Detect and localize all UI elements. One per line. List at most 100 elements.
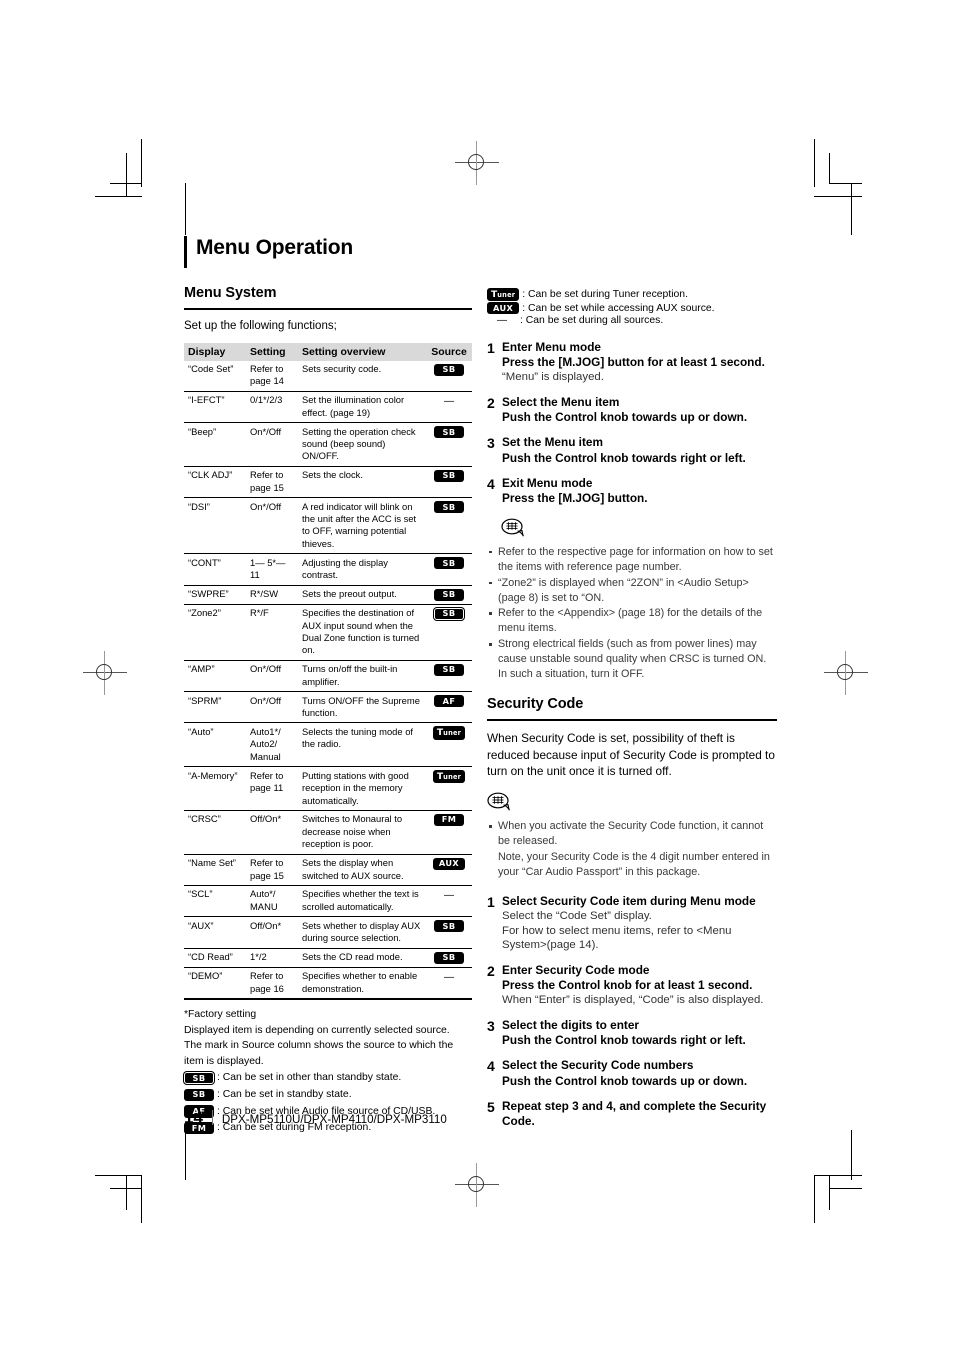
cell-setting-overview: Sets the preout output. — [298, 584, 426, 605]
source-dash-mark: — — [444, 396, 454, 408]
table-row: “DEMO” Refer to page 16 Specifies whether … — [184, 966, 472, 1000]
step-note: Select the “Code Set” display. — [502, 909, 652, 922]
column-header-setting-overview: Setting overview — [298, 342, 426, 361]
left-column: Menu System Set up the following functio… — [184, 285, 472, 1136]
menu-system-heading: Menu System — [184, 285, 277, 301]
table-row: “DSI” On*/Off A red indicator will blink o… — [184, 497, 472, 554]
security-code-step: 4 Select the Security Code numbers Push th… — [487, 1058, 777, 1088]
step-body: Select Security Code item during Menu mo… — [502, 894, 777, 954]
step-title: Exit Menu mode — [502, 475, 593, 490]
step-number: 1 — [487, 893, 495, 910]
cell-setting: Auto1*/ Auto2/ Manual — [246, 722, 298, 767]
cell-source: SB — [426, 947, 472, 968]
cell-setting-overview: Sets the clock. — [298, 465, 426, 498]
cell-display: “DEMO” — [184, 966, 246, 1000]
step-number: 3 — [487, 435, 495, 452]
source-badge-sb: SB — [434, 469, 464, 482]
step-instruction: Press the [M.JOG] button for at least 1 … — [502, 355, 765, 370]
note-item: Note, your Security Code is the 4 digit … — [498, 850, 770, 878]
security-code-heading: Security Code — [487, 695, 584, 712]
legend-description: : Can be set during Tuner reception. — [522, 289, 688, 301]
cell-source: SB — [426, 361, 472, 392]
source-badge-tuner: Tuner — [487, 288, 520, 302]
cell-setting-overview: A red indicator will blink on the unit a… — [298, 497, 426, 554]
column-header-setting: Setting — [246, 342, 298, 361]
table-row: “Beep” On*/Off Setting the operation check… — [184, 422, 472, 467]
page-footer: 14 DPX-MP5110U/DPX-MP4110/DPX-MP3110 — [184, 1108, 447, 1128]
table-row: “SCL” Auto*/ MANU Specifies whether the te… — [184, 884, 472, 917]
cell-source: SB — [426, 497, 472, 554]
column-header-display: Display — [184, 342, 246, 361]
cell-setting: On*/Off — [246, 422, 298, 467]
table-row: “Code Set” Refer to page 14 Sets security … — [184, 361, 472, 392]
step-instruction: Push the Control knob towards up or down… — [502, 1073, 748, 1088]
cell-setting-overview: Turns on/off the built-in amplifier. — [298, 659, 426, 692]
step-body: Repeat step 3 and 4, and complete the Se… — [502, 1099, 777, 1129]
legend-right-item: AUX: Can be set while accessing AUX sour… — [487, 302, 777, 315]
footer-divider — [211, 1110, 213, 1125]
footer-model-names: DPX-MP5110U/DPX-MP4110/DPX-MP3110 — [221, 1113, 447, 1126]
step-body: Enter Menu mode Press the [M.JOG] button … — [502, 340, 777, 385]
cell-setting-overview: Setting the operation check sound (beep … — [298, 422, 426, 467]
cell-display: “DSI” — [184, 497, 246, 554]
cell-setting-overview: Sets whether to display AUX during sourc… — [298, 916, 426, 949]
menu-operation-step: 4 Exit Menu mode Press the [M.JOG] button. — [487, 476, 777, 506]
cell-setting-overview: Switches to Monaural to decrease noise w… — [298, 809, 426, 855]
cell-display: “AUX” — [184, 916, 246, 949]
security-code-notes: When you activate the Security Code func… — [487, 819, 777, 880]
source-badge-tuner: Tuner — [432, 726, 466, 740]
memo-bubble-icon-security — [487, 792, 510, 811]
footnote-factory-setting: *Factory setting — [184, 1008, 257, 1020]
cell-display: “CRSC” — [184, 809, 246, 855]
cell-display: “A-Memory” — [184, 766, 246, 811]
memo-bubble-icon — [501, 518, 524, 537]
cell-setting-overview: Sets security code. — [302, 363, 382, 375]
source-badge-sb: SB — [434, 426, 464, 439]
source-badge-sb: SB — [434, 363, 464, 376]
security-code-step: 5 Repeat step 3 and 4, and complete the S… — [487, 1099, 777, 1129]
cell-setting: Refer to page 16 — [246, 966, 298, 1000]
table-row: “Zone2” R*/F Specifies the destination of … — [184, 603, 472, 661]
cell-setting-overview: Specifies whether the text is scrolled a… — [298, 884, 426, 917]
step-body: Enter Security Code mode Press the Contro… — [502, 963, 777, 1008]
cell-setting-overview: Sets the CD read mode. — [298, 947, 426, 968]
source-badge-sb: SB — [434, 951, 464, 964]
step-body: Select the Menu item Push the Control kno… — [502, 395, 777, 425]
table-row: “I-EFCT” 0/1*/2/3 Set the illumination col… — [184, 390, 472, 423]
menu-operation-steps: 1 Enter Menu mode Press the [M.JOG] button… — [487, 340, 777, 506]
cell-display: “Zone2” — [184, 603, 246, 661]
source-badge-aux: AUX — [432, 857, 466, 870]
source-badge-sb: SB — [434, 501, 464, 514]
cell-setting: Off/On* — [246, 916, 298, 949]
legend-dash-mark: — — [497, 315, 507, 327]
source-badge-tuner: Tuner — [432, 770, 466, 784]
table-header-row: Display Setting Setting overview Source — [184, 342, 472, 361]
cell-display: “SCL” — [184, 884, 246, 917]
step-number: 4 — [487, 1058, 495, 1075]
menu-operation-step: 3 Set the Menu item Push the Control knob … — [487, 435, 777, 465]
step-note: For how to select menu items, refer to <… — [502, 924, 732, 952]
manual-page: Menu Operation Menu System Set up the fo… — [0, 0, 954, 1350]
cell-source: Tuner — [426, 722, 472, 767]
source-badge-sb: SB — [434, 557, 464, 570]
legend-left-item: SB: Can be set in standby state. — [184, 1087, 472, 1103]
source-legend-right: Tuner: Can be set during Tuner reception… — [487, 288, 777, 326]
cell-source: SB — [426, 553, 472, 586]
menu-operation-step: 2 Select the Menu item Push the Control kn… — [487, 395, 777, 425]
cell-setting: Refer to page 14 — [250, 363, 284, 387]
footer-page-number: 14 — [184, 1108, 203, 1127]
cell-source: Tuner — [426, 766, 472, 811]
cell-setting: On*/Off — [246, 659, 298, 692]
security-code-step: 3 Select the digits to enter Push the Cont… — [487, 1018, 777, 1048]
legend-right-item: Tuner: Can be set during Tuner reception… — [487, 288, 777, 302]
cell-setting-overview: Selects the tuning mode of the radio. — [298, 722, 426, 767]
note-item: “Zone2” is displayed when “2ZON” in <Aud… — [487, 576, 777, 606]
legend-right-item: — : Can be set during all sources. — [487, 315, 777, 326]
security-code-paragraph: When Security Code is set, possibility o… — [487, 730, 775, 779]
security-code-heading-rule — [487, 718, 777, 721]
cell-source: AUX — [426, 853, 472, 886]
cell-setting: 1*/2 — [246, 947, 298, 968]
cell-source: FM — [426, 809, 472, 855]
legend-description: : Can be set during all sources. — [520, 315, 664, 327]
source-badge-sb: SB — [184, 1072, 214, 1085]
